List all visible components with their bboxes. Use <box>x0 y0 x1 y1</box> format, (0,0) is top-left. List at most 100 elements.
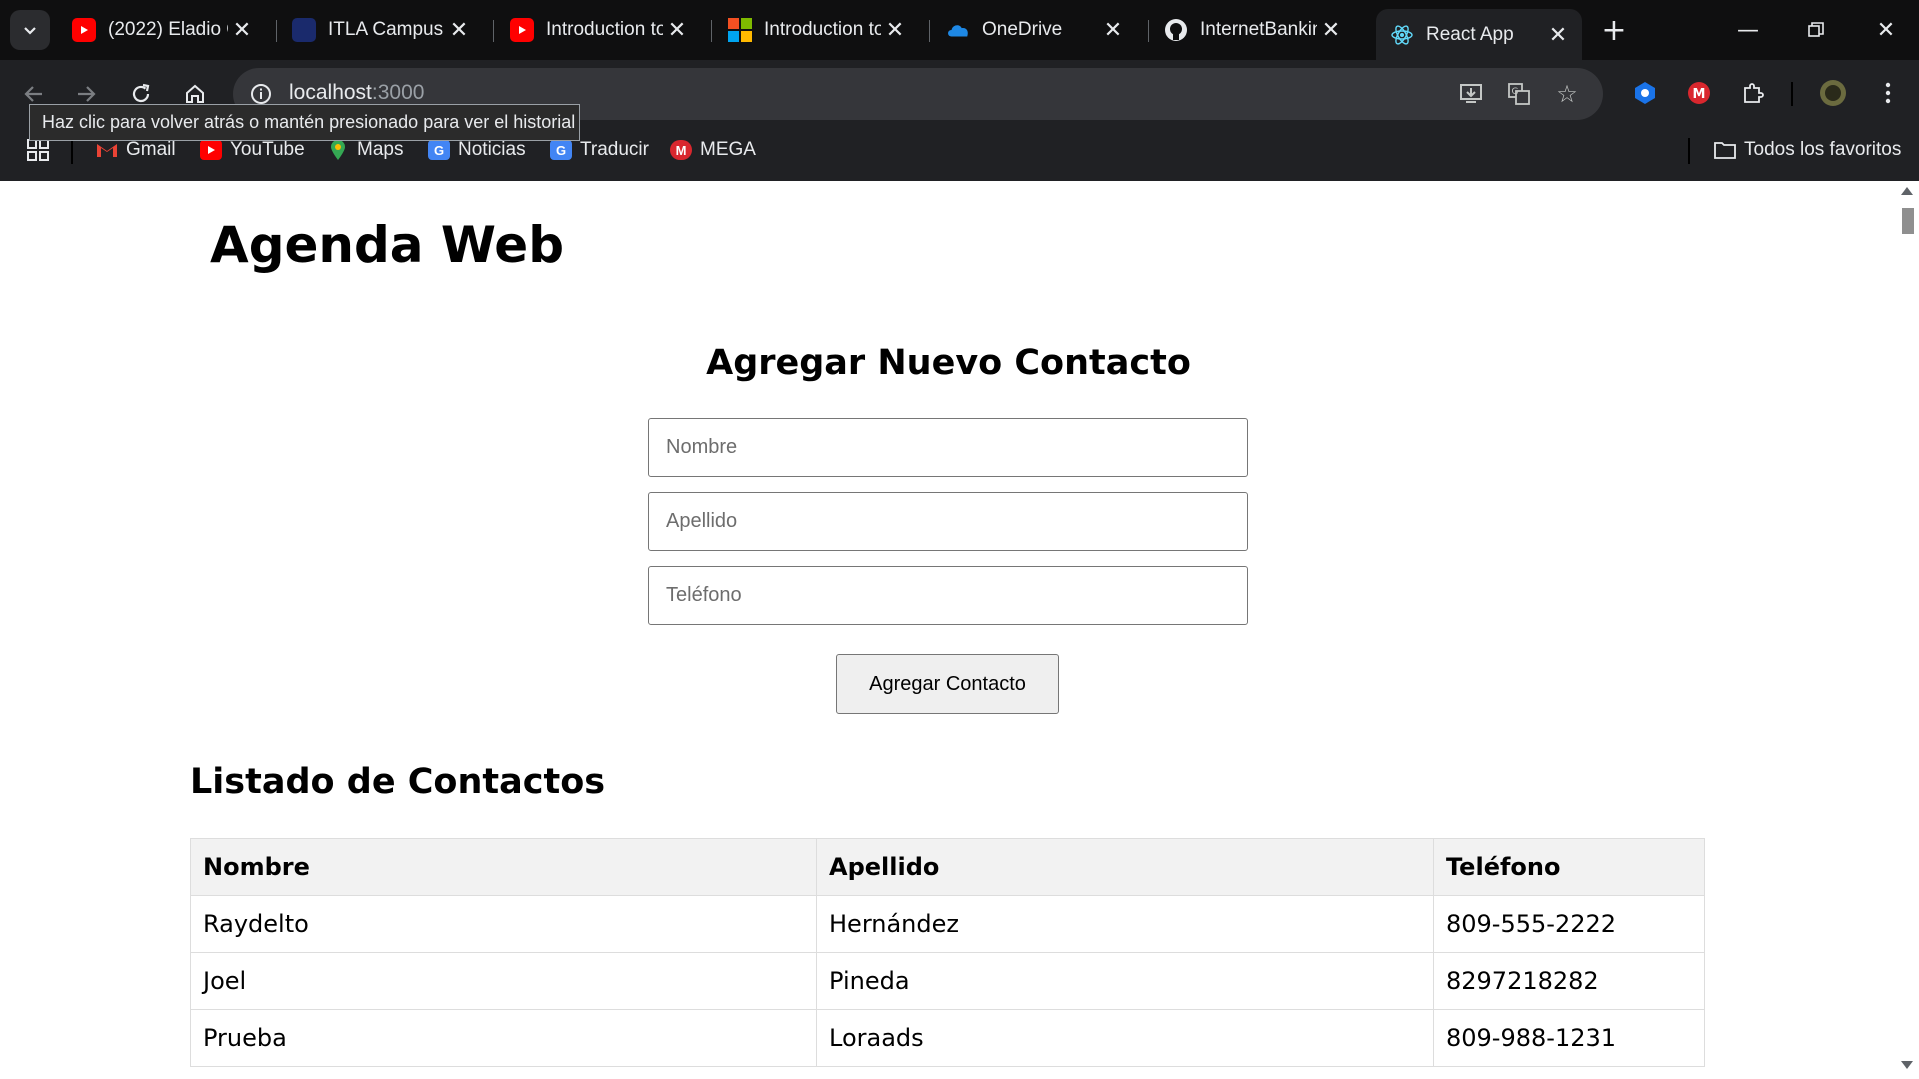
page-title: Agenda Web <box>210 216 565 274</box>
tab-react-app[interactable]: React App ✕ <box>1376 9 1582 60</box>
form-title: Agregar Nuevo Contacto <box>706 343 1191 383</box>
browser-chrome: (2022) Eladio Carrión ✕ ITLA Campus Virt… <box>0 0 1919 181</box>
tab-divider <box>276 20 277 42</box>
apellido-input[interactable] <box>648 492 1248 551</box>
column-header-nombre: Nombre <box>190 838 817 896</box>
tab-title: Introduction to <box>546 19 663 40</box>
bookmark-label: MEGA <box>700 139 756 160</box>
microsoft-icon <box>728 18 752 42</box>
close-icon[interactable]: ✕ <box>1099 17 1127 43</box>
bookmark-star-icon[interactable]: ☆ <box>1553 80 1581 108</box>
cell-nombre: Prueba <box>190 1009 817 1067</box>
bookmark-divider <box>71 138 73 164</box>
column-header-apellido: Apellido <box>816 838 1434 896</box>
tab-title: ITLA Campus Virtual <box>328 19 445 40</box>
svg-text:M: M <box>1693 87 1706 102</box>
tab-youtube-introduction[interactable]: Introduction to ✕ <box>496 8 701 52</box>
url-port: :3000 <box>371 81 425 104</box>
tab-divider <box>711 20 712 42</box>
telefono-input[interactable] <box>648 566 1248 625</box>
home-icon <box>186 84 204 103</box>
reload-icon <box>132 83 150 103</box>
table-row: Joel Pineda 8297218282 <box>190 952 1705 1010</box>
close-icon[interactable]: ✕ <box>881 17 909 43</box>
cell-telefono: 809-555-2222 <box>1433 895 1705 953</box>
gmail-icon <box>96 140 118 160</box>
tab-title: React App <box>1426 23 1514 45</box>
contacts-list-title: Listado de Contactos <box>190 762 606 802</box>
cell-apellido: Hernández <box>816 895 1434 953</box>
tab-title: Introduction to <box>764 19 881 40</box>
translate-icon: G <box>550 140 572 160</box>
table-row: Prueba Loraads 809-988-1231 <box>190 1009 1705 1067</box>
cell-apellido: Loraads <box>816 1009 1434 1067</box>
contacts-table: Nombre Apellido Teléfono Raydelto Hernán… <box>190 838 1705 1067</box>
profile-avatar[interactable] <box>1818 78 1848 108</box>
translate-icon[interactable]: G <box>1505 80 1533 108</box>
bookmark-label: Noticias <box>458 139 526 160</box>
table-row: Raydelto Hernández 809-555-2222 <box>190 895 1705 953</box>
tab-itla-campus[interactable]: ITLA Campus Virtual ✕ <box>278 8 483 52</box>
extensions-puzzle-icon[interactable] <box>1738 78 1768 108</box>
scrollbar-thumb[interactable] <box>1902 208 1914 234</box>
install-app-icon[interactable] <box>1457 80 1485 108</box>
scroll-down-arrow-icon[interactable] <box>1901 1061 1913 1069</box>
column-header-telefono: Teléfono <box>1433 838 1705 896</box>
mega-icon: M <box>670 140 692 160</box>
menu-kebab-icon[interactable] <box>1873 78 1903 108</box>
itla-icon <box>292 18 316 42</box>
tab-divider <box>929 20 930 42</box>
cell-nombre: Raydelto <box>190 895 817 953</box>
tab-divider <box>1148 20 1149 42</box>
tab-github-internetbanking[interactable]: InternetBanking ✕ <box>1150 8 1355 52</box>
maps-icon <box>327 140 349 160</box>
tab-search-button[interactable] <box>10 10 50 50</box>
table-header-row: Nombre Apellido Teléfono <box>190 838 1705 896</box>
close-icon[interactable]: ✕ <box>1317 17 1345 43</box>
tab-microsoft-introduction[interactable]: Introduction to ✕ <box>714 8 919 52</box>
youtube-icon <box>72 18 96 42</box>
tab-title: OneDrive <box>982 19 1063 40</box>
close-icon[interactable]: ✕ <box>1544 22 1572 48</box>
new-tab-button[interactable]: + <box>1596 12 1632 48</box>
back-tooltip: Haz clic para volver atrás o mantén pres… <box>29 104 580 141</box>
tab-youtube-eladio[interactable]: (2022) Eladio Carrión ✕ <box>58 8 266 52</box>
arrow-left-icon <box>24 86 42 102</box>
restore-icon[interactable] <box>1786 10 1846 50</box>
tab-title: InternetBanking <box>1200 19 1317 40</box>
all-bookmarks-folder[interactable]: Todos los favoritos <box>1714 137 1901 163</box>
close-icon[interactable]: ✕ <box>445 17 473 43</box>
cell-telefono: 8297218282 <box>1433 952 1705 1010</box>
youtube-icon <box>200 140 222 160</box>
tab-divider <box>493 20 494 42</box>
all-bookmarks-label: Todos los favoritos <box>1744 139 1902 160</box>
close-icon[interactable]: ✕ <box>663 17 691 43</box>
arrow-right-icon <box>78 86 96 102</box>
bookmark-label: YouTube <box>230 139 305 160</box>
tab-strip: (2022) Eladio Carrión ✕ ITLA Campus Virt… <box>0 0 1919 60</box>
cell-telefono: 809-988-1231 <box>1433 1009 1705 1067</box>
youtube-icon <box>510 18 534 42</box>
bookmark-label: Traducir <box>580 139 649 160</box>
url-text[interactable]: localhost:3000 <box>289 81 424 105</box>
toolbar-divider <box>1791 82 1793 106</box>
add-contact-button[interactable]: Agregar Contacto <box>836 654 1059 714</box>
close-icon[interactable]: ✕ <box>228 17 256 43</box>
chevron-down-icon <box>24 27 36 35</box>
page-scrollbar[interactable] <box>1897 181 1919 1079</box>
github-icon <box>1164 18 1188 42</box>
url-host: localhost <box>289 81 372 104</box>
minimize-icon[interactable]: — <box>1718 10 1778 50</box>
mega-extension-icon[interactable]: M <box>1684 78 1714 108</box>
scroll-up-arrow-icon[interactable] <box>1901 187 1913 195</box>
bookmark-label: Gmail <box>126 139 176 160</box>
nombre-input[interactable] <box>648 418 1248 477</box>
tab-onedrive[interactable]: OneDrive ✕ <box>932 8 1137 52</box>
bookmark-mega[interactable]: M MEGA <box>670 137 756 163</box>
extension-blue-icon[interactable] <box>1630 78 1660 108</box>
svg-text:G: G <box>1512 87 1519 97</box>
onedrive-icon <box>946 18 970 42</box>
bookmark-divider <box>1688 138 1690 164</box>
folder-icon <box>1714 140 1736 160</box>
close-window-icon[interactable]: ✕ <box>1856 10 1916 50</box>
